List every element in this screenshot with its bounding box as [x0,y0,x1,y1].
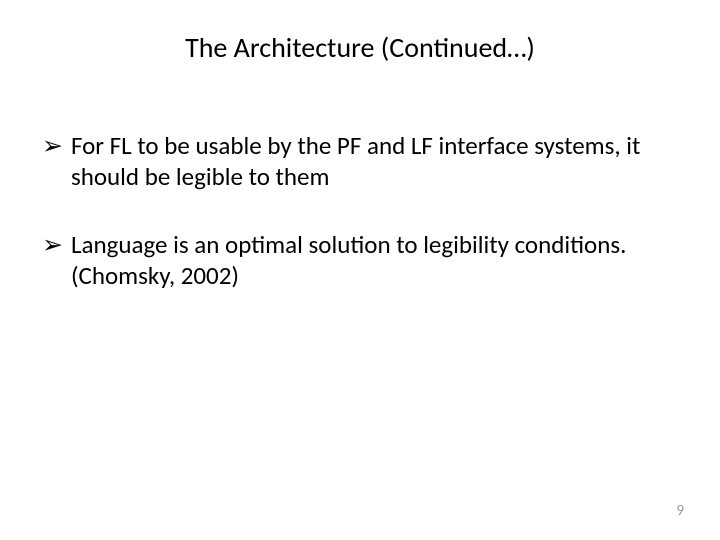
slide-title: The Architecture (Continued…) [0,30,720,65]
bullet-text: Language is an optimal solution to legib… [71,229,660,292]
bullet-item: ➢ For FL to be usable by the PF and LF i… [42,130,660,193]
page-number: 9 [676,502,684,520]
bullet-marker-icon: ➢ [42,130,63,161]
slide: The Architecture (Continued…) ➢ For FL t… [0,0,720,540]
bullet-text: For FL to be usable by the PF and LF int… [71,130,660,193]
slide-body: ➢ For FL to be usable by the PF and LF i… [42,130,660,327]
bullet-marker-icon: ➢ [42,229,63,260]
bullet-item: ➢ Language is an optimal solution to leg… [42,229,660,292]
